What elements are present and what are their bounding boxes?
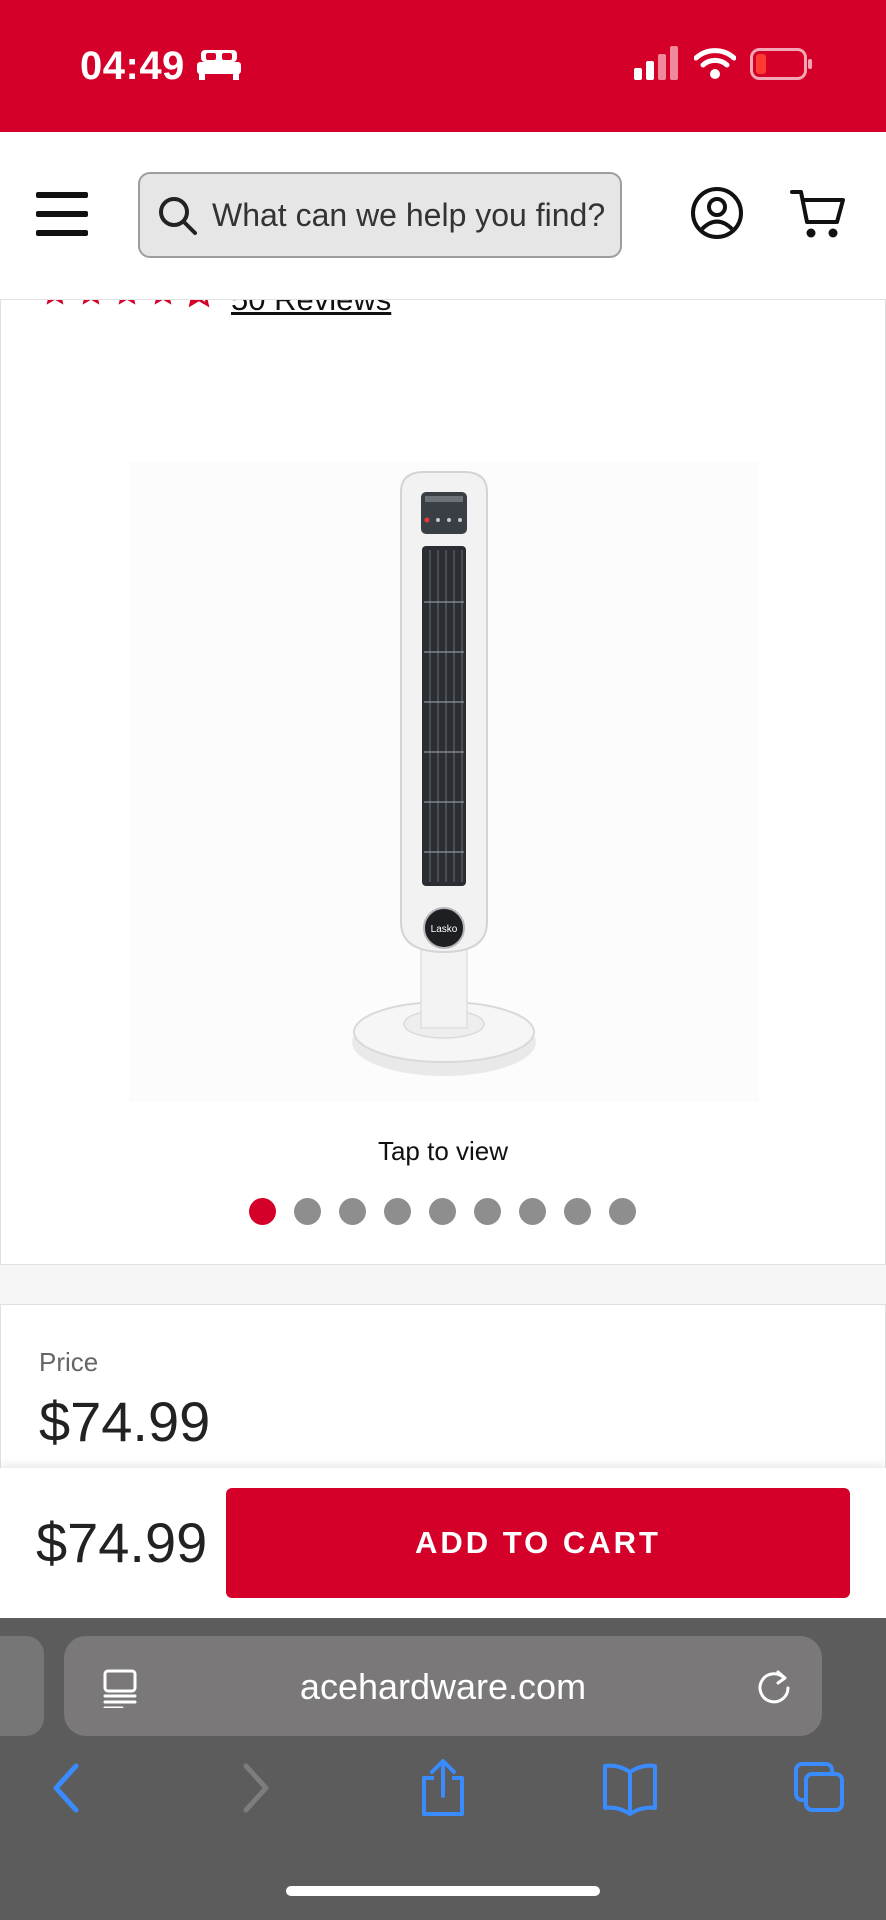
product-image[interactable]: Lasko — [129, 462, 759, 1102]
bookmarks-icon[interactable] — [602, 1758, 658, 1818]
price-label: Price — [39, 1347, 99, 1377]
sticky-cart-bar: $74.99 ADD TO CART — [0, 1468, 886, 1618]
browser-chrome: acehardware.com — [0, 1618, 886, 1920]
search-bar[interactable] — [138, 172, 622, 258]
menu-button[interactable] — [36, 192, 90, 236]
star-icon — [154, 300, 172, 305]
browser-toolbar — [0, 1758, 886, 1868]
cart-icon[interactable] — [790, 188, 846, 240]
sticky-price: $74.99 — [36, 1511, 208, 1574]
half-star-icon — [188, 300, 210, 308]
carousel-dot[interactable] — [339, 1198, 366, 1225]
add-to-cart-button[interactable]: ADD TO CART — [226, 1488, 850, 1598]
star-icon — [46, 300, 64, 305]
reload-icon[interactable] — [754, 1666, 794, 1706]
brand-badge: Lasko — [431, 924, 458, 935]
carousel-dot[interactable] — [609, 1198, 636, 1225]
status-bar: 04:49 — [0, 0, 886, 132]
wifi-icon — [694, 48, 736, 79]
url-text: acehardware.com — [299, 1666, 587, 1707]
tap-to-view-caption: Tap to view — [377, 1136, 509, 1166]
star-icon — [82, 300, 100, 305]
search-icon — [159, 197, 197, 235]
share-icon[interactable] — [418, 1758, 468, 1818]
carousel-dot[interactable] — [564, 1198, 591, 1225]
forward-icon[interactable] — [238, 1758, 274, 1818]
home-indicator — [286, 1886, 600, 1896]
search-input[interactable] — [212, 174, 612, 256]
star-icon — [118, 300, 136, 305]
star-rating — [39, 300, 215, 308]
cellular-signal-icon — [634, 46, 678, 80]
carousel-dots — [249, 1198, 636, 1225]
site-header — [0, 132, 886, 301]
carousel-dot-active[interactable] — [249, 1198, 276, 1225]
carousel-dot[interactable] — [519, 1198, 546, 1225]
tabs-icon[interactable] — [792, 1758, 846, 1818]
previous-tab-peek[interactable] — [0, 1636, 44, 1736]
product-image-carousel: 50 Reviews — [0, 300, 886, 1265]
account-icon[interactable] — [690, 186, 744, 240]
bed-icon — [197, 50, 241, 80]
status-time: 04:49 — [80, 44, 185, 88]
carousel-dot[interactable] — [384, 1198, 411, 1225]
low-battery-icon — [750, 48, 812, 80]
carousel-dot[interactable] — [429, 1198, 456, 1225]
reviews-link[interactable]: 50 Reviews — [231, 300, 391, 318]
carousel-dot[interactable] — [474, 1198, 501, 1225]
carousel-dot[interactable] — [294, 1198, 321, 1225]
address-bar[interactable]: acehardware.com — [64, 1636, 822, 1736]
back-icon[interactable] — [48, 1758, 84, 1818]
price-value: $74.99 — [39, 1390, 211, 1453]
